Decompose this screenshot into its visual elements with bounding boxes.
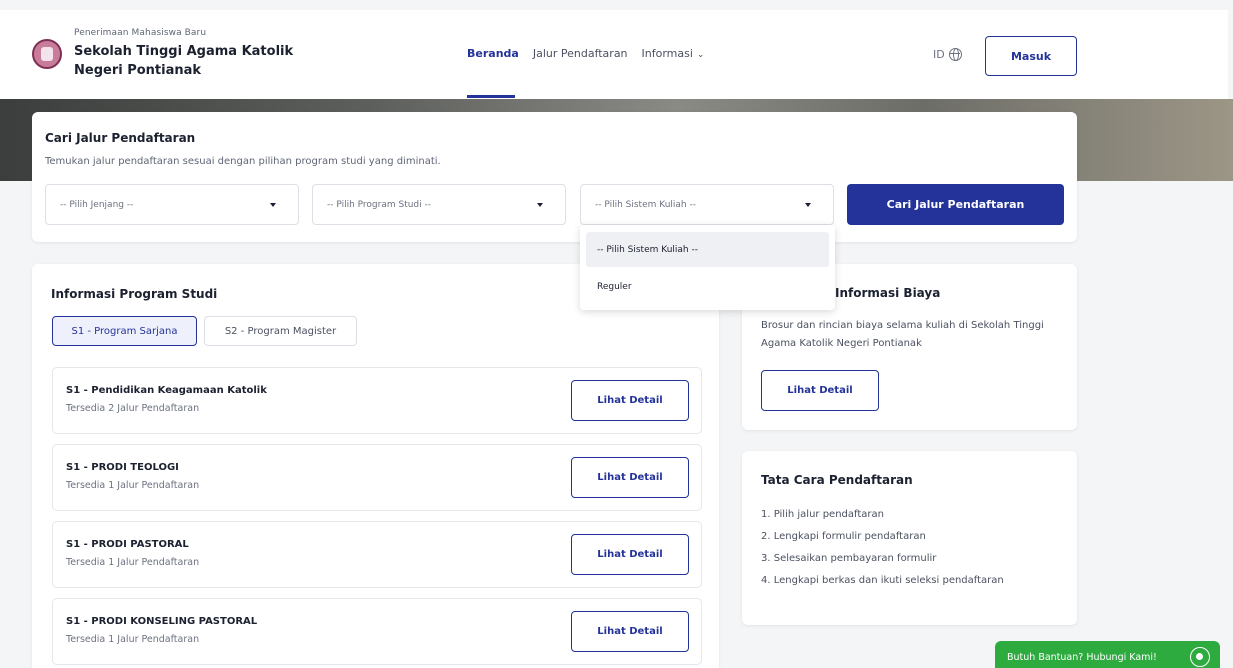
list-item: 2. Lengkapi formulir pendaftaran	[761, 531, 926, 542]
globe-icon	[948, 48, 962, 61]
whatsapp-icon	[1190, 647, 1210, 667]
biaya-title: Informasi Biaya	[835, 286, 941, 300]
caret-down-icon	[805, 203, 811, 207]
search-title: Cari Jalur Pendaftaran	[45, 131, 196, 145]
program-row: S1 - PRODI TEOLOGI Tersedia 1 Jalur Pend…	[52, 444, 702, 511]
tata-cara-card: Tata Cara Pendaftaran 1. Pilih jalur pen…	[742, 451, 1077, 625]
language-switcher[interactable]: ID	[933, 48, 962, 61]
nav-informasi-label: Informasi	[641, 47, 693, 60]
program-count: Tersedia 1 Jalur Pendaftaran	[66, 557, 200, 568]
nav-informasi[interactable]: Informasi ⌄	[642, 47, 705, 60]
nav-beranda[interactable]: Beranda	[467, 47, 519, 60]
search-card: Cari Jalur Pendaftaran Temukan jalur pen…	[32, 112, 1077, 242]
jenjang-select-value: -- Pilih Jenjang --	[60, 199, 134, 210]
program-name: S1 - PRODI PASTORAL	[66, 539, 189, 550]
brand-title: Sekolah Tinggi Agama Katolik Negeri Pont…	[74, 44, 294, 78]
program-count: Tersedia 1 Jalur Pendaftaran	[66, 480, 200, 491]
list-item: 3. Selesaikan pembayaran formulir	[761, 553, 937, 564]
program-row: S1 - PRODI KONSELING PASTORAL Tersedia 1…	[52, 598, 702, 665]
detail-button[interactable]: Lihat Detail	[571, 457, 689, 498]
detail-button[interactable]: Lihat Detail	[571, 534, 689, 575]
list-item: 1. Pilih jalur pendaftaran	[761, 509, 884, 520]
tab-s1-sarjana[interactable]: S1 - Program Sarjana	[52, 316, 197, 346]
login-button[interactable]: Masuk	[985, 36, 1077, 76]
help-label: Butuh Bantuan? Hubungi Kami!	[1007, 651, 1157, 663]
program-studi-select-value: -- Pilih Program Studi --	[327, 199, 432, 210]
sistem-kuliah-dropdown: -- Pilih Sistem Kuliah -- Reguler	[580, 225, 835, 310]
program-name: S1 - Pendidikan Keagamaan Katolik	[66, 385, 267, 396]
list-item: 4. Lengkapi berkas dan ikuti seleksi pen…	[761, 575, 1004, 586]
program-studi-title: Informasi Program Studi	[51, 287, 218, 301]
main-nav: Beranda Jalur Pendaftaran Informasi ⌄	[467, 47, 704, 60]
program-row: S1 - PRODI PASTORAL Tersedia 1 Jalur Pen…	[52, 521, 702, 588]
program-count: Tersedia 2 Jalur Pendaftaran	[66, 403, 200, 414]
program-name: S1 - PRODI TEOLOGI	[66, 462, 179, 473]
college-logo-icon	[32, 39, 62, 69]
tata-cara-title: Tata Cara Pendaftaran	[761, 473, 913, 487]
caret-down-icon	[270, 203, 276, 207]
program-count: Tersedia 1 Jalur Pendaftaran	[66, 634, 200, 645]
nav-active-indicator	[467, 95, 515, 98]
program-studi-card: Informasi Program Studi S1 - Program Sar…	[32, 264, 719, 668]
program-row: S1 - Pendidikan Keagamaan Katolik Tersed…	[52, 367, 702, 434]
sistem-kuliah-select[interactable]: -- Pilih Sistem Kuliah --	[580, 184, 834, 225]
jenjang-select[interactable]: -- Pilih Jenjang --	[45, 184, 299, 225]
brand[interactable]: Penerimaan Mahasiswa Baru Sekolah Tinggi…	[32, 28, 334, 80]
dropdown-option-default[interactable]: -- Pilih Sistem Kuliah --	[586, 232, 829, 267]
tab-s2-magister[interactable]: S2 - Program Magister	[204, 316, 357, 346]
dropdown-option-reguler[interactable]: Reguler	[586, 269, 829, 304]
sistem-kuliah-select-value: -- Pilih Sistem Kuliah --	[595, 199, 696, 210]
nav-jalur-pendaftaran[interactable]: Jalur Pendaftaran	[533, 47, 628, 60]
search-description: Temukan jalur pendaftaran sesuai dengan …	[45, 156, 441, 167]
help-whatsapp-button[interactable]: Butuh Bantuan? Hubungi Kami!	[995, 641, 1220, 668]
brand-subtitle: Penerimaan Mahasiswa Baru	[74, 28, 207, 38]
language-label: ID	[933, 48, 945, 61]
caret-down-icon	[537, 203, 543, 207]
biaya-description: Brosur dan rincian biaya selama kuliah d…	[761, 320, 1044, 349]
search-button[interactable]: Cari Jalur Pendaftaran	[847, 184, 1064, 225]
detail-button[interactable]: Lihat Detail	[571, 611, 689, 652]
tata-cara-list: 1. Pilih jalur pendaftaran 2. Lengkapi f…	[761, 504, 1004, 592]
top-header: Penerimaan Mahasiswa Baru Sekolah Tinggi…	[0, 10, 1228, 99]
chevron-down-icon: ⌄	[696, 50, 705, 60]
detail-button[interactable]: Lihat Detail	[571, 380, 689, 421]
program-name: S1 - PRODI KONSELING PASTORAL	[66, 616, 258, 627]
program-studi-select[interactable]: -- Pilih Program Studi --	[312, 184, 566, 225]
biaya-detail-button[interactable]: Lihat Detail	[761, 370, 879, 411]
